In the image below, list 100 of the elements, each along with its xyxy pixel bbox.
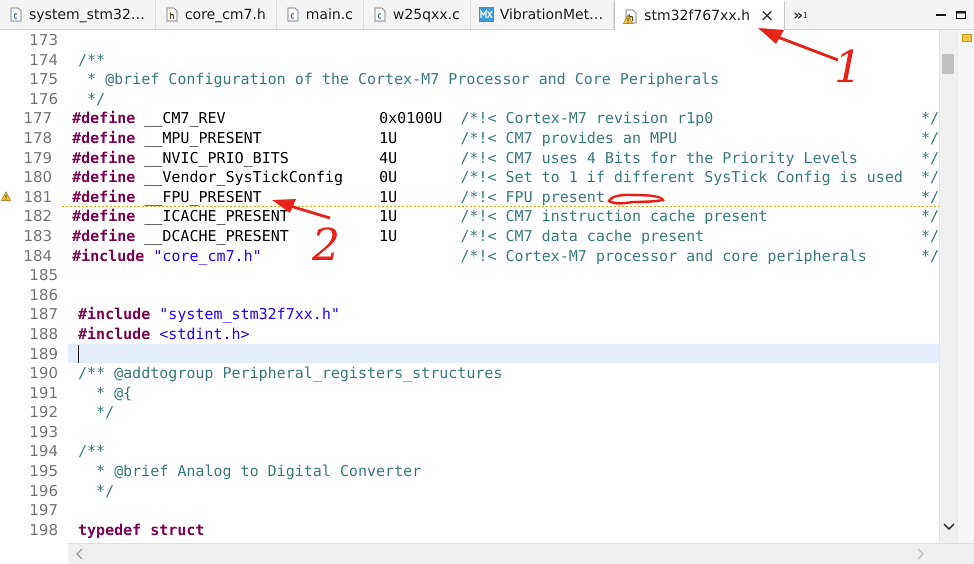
line-number: 198 <box>28 520 59 540</box>
code-comment: /*!< Cortex-M7 revision r1p0 <box>460 109 714 128</box>
line-number: 186 <box>28 284 59 304</box>
macro-value: 1U <box>379 188 398 206</box>
editor-tab[interactable]: core_cm7.h <box>156 0 277 29</box>
macro-value: 4U <box>379 148 398 167</box>
line-number: 189 <box>28 344 59 364</box>
preprocessor-keyword: #define <box>72 109 136 128</box>
macro-value: 1U <box>379 226 398 245</box>
line-number: 190 <box>28 363 59 383</box>
macro-name: __MPU_PRESENT <box>144 128 262 147</box>
vertical-scrollbar[interactable] <box>939 30 957 543</box>
comment-end: */ <box>920 128 939 148</box>
line-number: 197 <box>28 500 59 520</box>
code-comment: /*!< CM7 instruction cache present <box>460 207 768 226</box>
preprocessor-keyword: #define <box>72 207 136 226</box>
macro-name: __FPU_PRESENT <box>144 188 262 206</box>
line-number: 173 <box>28 30 59 50</box>
warning-icon <box>0 191 12 202</box>
comment-end: */ <box>920 246 939 266</box>
macro-value: 0x0100U <box>379 109 442 128</box>
code-line: /** <box>78 50 106 70</box>
code-line: */ <box>95 402 114 422</box>
code-line: /** @addtogroup Peripheral_registers_structures <box>78 363 502 383</box>
horizontal-scrollbar[interactable] <box>68 543 974 564</box>
header-file-icon <box>164 7 179 22</box>
chevron-right-icon[interactable] <box>916 548 924 560</box>
code-line: #include "core_cm7.h" <box>72 246 262 265</box>
line-number: 182 <box>22 206 54 226</box>
macro-name: __ICACHE_PRESENT <box>144 207 289 226</box>
preprocessor-keyword: #define <box>72 168 136 186</box>
line-number: 193 <box>28 422 59 442</box>
code-line: #include <stdint.h> <box>78 324 250 343</box>
c-file-icon <box>284 7 300 22</box>
comment-end: */ <box>920 108 939 128</box>
text-cursor <box>78 344 79 362</box>
line-number: 188 <box>28 324 59 344</box>
annotation-number: 2 <box>312 224 340 268</box>
line-number: 185 <box>28 265 59 285</box>
line-number: 174 <box>28 50 59 70</box>
annotation-number: 1 <box>834 46 862 90</box>
macro-value: 0U <box>379 168 398 186</box>
preprocessor-keyword: #define <box>72 148 136 167</box>
scrollbar-thumb[interactable] <box>942 54 954 74</box>
line-number: 176 <box>28 88 59 108</box>
line-number: 195 <box>28 461 59 481</box>
editor-tab[interactable]: w25qxx.c <box>364 0 471 29</box>
preprocessor-keyword: #define <box>72 128 136 147</box>
preprocessor-keyword: #define <box>72 188 136 206</box>
editor-tab[interactable]: system_stm32… <box>0 0 156 29</box>
code-line: */ <box>86 88 106 108</box>
code-line: #include "system_stm32f7xx.h" <box>78 305 340 324</box>
editor-tab[interactable]: main.c <box>276 0 364 29</box>
code-line: typedef struct <box>78 520 204 540</box>
comment-end: */ <box>920 167 939 187</box>
code-line: * @brief Configuration of the Cortex-M7 Processor and Core Peripherals <box>86 69 720 89</box>
chevron-left-icon[interactable] <box>76 548 84 560</box>
code-line: * @{ <box>95 382 132 402</box>
line-number: 180 <box>22 167 54 187</box>
line-number: 194 <box>28 441 59 462</box>
code-comment: /*!< FPU present <box>460 188 605 206</box>
macro-value: 1U <box>379 128 398 147</box>
comment-end: */ <box>920 186 939 206</box>
c-file-icon <box>372 7 387 22</box>
line-number: 179 <box>22 148 54 168</box>
line-number: 187 <box>28 304 59 324</box>
macro-value: 1U <box>379 207 398 226</box>
code-comment: /*!< CM7 data cache present <box>460 226 704 245</box>
header-file-icon <box>623 8 638 24</box>
macro-name: __DCACHE_PRESENT <box>144 226 289 245</box>
line-number: 183 <box>22 226 54 246</box>
preprocessor-keyword: #define <box>72 226 136 245</box>
line-number: 175 <box>28 69 59 89</box>
comment-end: */ <box>920 206 939 226</box>
line-number: 192 <box>28 402 59 422</box>
code-comment: /*!< Set to 1 if different SysTick Config is used <box>460 168 903 186</box>
code-line: */ <box>95 480 114 500</box>
warning-marker[interactable] <box>962 34 972 42</box>
line-number: 181 <box>22 186 54 206</box>
code-comment: /*!< CM7 uses 4 Bits for the Priority Levels <box>460 148 858 167</box>
comment-end: */ <box>920 148 939 168</box>
code-line: * @brief Analog to Digital Converter <box>95 461 422 481</box>
line-number: 177 <box>22 108 54 128</box>
comment-end: */ <box>920 226 939 246</box>
line-number: 184 <box>22 246 54 266</box>
editor-tab[interactable]: stm32f767xx.h × <box>614 0 786 30</box>
line-number: 196 <box>28 480 59 500</box>
line-number: 191 <box>28 382 59 402</box>
close-icon[interactable]: × <box>760 6 774 26</box>
line-number: 178 <box>22 128 54 148</box>
macro-name: __NVIC_PRIO_BITS <box>144 148 289 167</box>
macro-name: __Vendor_SysTickConfig <box>144 168 343 186</box>
hand-drawn-scribble <box>606 192 666 206</box>
chevron-down-icon[interactable] <box>943 523 955 531</box>
code-comment: /*!< CM7 provides an MPU <box>460 128 678 147</box>
c-file-icon <box>8 7 23 22</box>
code-comment: /*!< Cortex-M7 processor and core peripherals <box>460 246 867 265</box>
cube-mx-icon <box>478 7 494 22</box>
code-line: /** <box>78 441 106 462</box>
macro-name: __CM7_REV <box>144 109 226 128</box>
